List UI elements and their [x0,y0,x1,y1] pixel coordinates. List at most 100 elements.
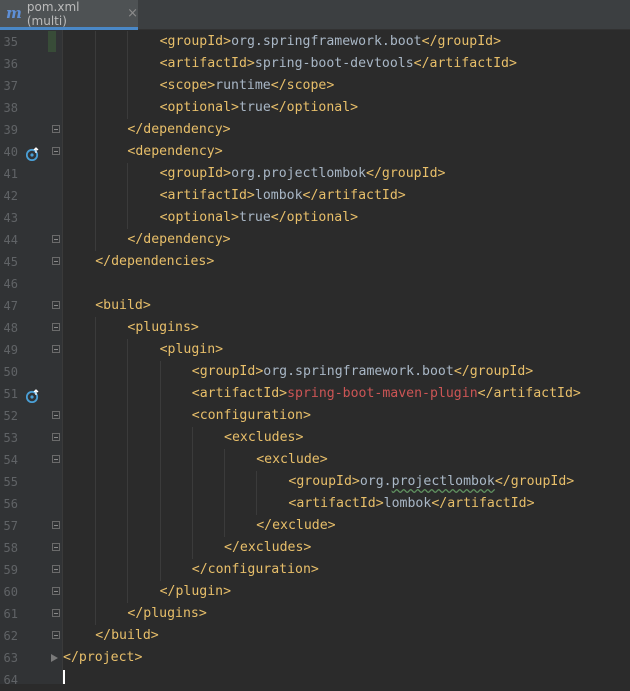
code-text: </dependency> [127,229,230,251]
fold-marker-icon[interactable] [52,631,60,639]
code-line[interactable]: 64 [0,669,630,691]
code-line[interactable]: 52 <configuration> [0,405,630,427]
code-line[interactable]: 63 </project> [0,647,630,669]
fold-marker-icon[interactable] [52,257,60,265]
fold-marker-icon[interactable] [52,125,60,133]
xml-open-tag: </project> [63,650,143,665]
fold-marker-icon[interactable] [52,609,60,617]
code-text: <build> [95,295,151,317]
line-number: 63 [3,651,18,665]
code-line[interactable]: 58 </excludes> [0,537,630,559]
code-line[interactable]: 51 <artifactId>spring-boot-maven-plugin</… [0,383,630,405]
xml-value: spring-boot-devtools [254,56,414,71]
code-text: <groupId>org.springframework.boot</group… [192,361,533,383]
ide-window: m pom.xml (multi) × 35 <groupId>org.sprin… [0,0,630,687]
code-text: </dependency> [127,119,230,141]
line-number: 58 [3,541,18,555]
code-line[interactable]: 57 </exclude> [0,515,630,537]
xml-open-tag: </plugin> [159,584,232,599]
xml-open-tag: <groupId> [159,34,232,49]
xml-close-tag: </groupId> [494,474,575,489]
line-number: 57 [3,519,18,533]
fold-marker-icon[interactable] [52,345,60,353]
code-text: </plugins> [127,603,206,625]
fold-marker-icon[interactable] [52,587,60,595]
line-number: 36 [3,57,18,71]
code-line[interactable]: 61 </plugins> [0,603,630,625]
fold-marker-icon[interactable] [52,543,60,551]
code-line[interactable]: 48 <plugins> [0,317,630,339]
xml-close-tag: </optional> [270,210,359,225]
fold-marker-icon[interactable] [52,147,60,155]
code-text: <artifactId>lombok</artifactId> [288,493,534,515]
xml-open-tag: </plugins> [127,606,207,621]
code-text: </plugin> [160,581,231,603]
xml-value: true [239,100,271,115]
maven-plugin-icon[interactable] [25,387,40,404]
xml-value: lombok [254,188,303,203]
fold-marker-icon[interactable] [52,521,60,529]
xml-open-tag: <groupId> [288,474,360,489]
code-line[interactable]: 44 </dependency> [0,229,630,251]
xml-open-tag: <optional> [159,100,239,115]
fold-marker-icon[interactable] [52,565,60,573]
fold-marker-icon[interactable] [52,433,60,441]
code-line[interactable]: 45 </dependencies> [0,251,630,273]
xml-close-tag: </optional> [270,100,359,115]
xml-open-tag: <artifactId> [288,496,384,511]
code-text: <artifactId>spring-boot-maven-plugin</ar… [192,383,581,405]
line-number: 50 [3,365,18,379]
code-line[interactable]: 62 </build> [0,625,630,647]
code-text: <optional>true</optional> [160,97,359,119]
line-number: 60 [3,585,18,599]
code-line[interactable]: 49 <plugin> [0,339,630,361]
maven-dependency-icon[interactable] [25,145,40,162]
code-line[interactable]: 46 [0,273,630,295]
code-line[interactable]: 35 <groupId>org.springframework.boot</gro… [0,31,630,53]
code-editor[interactable]: 35 <groupId>org.springframework.boot</gro… [0,31,630,691]
xml-open-tag: <groupId> [159,166,232,181]
code-line[interactable]: 36 <artifactId>spring-boot-devtools</arti… [0,53,630,75]
fold-arrow-icon[interactable] [51,654,58,662]
xml-open-tag: <plugin> [159,342,224,357]
xml-open-tag: </dependency> [127,232,231,247]
code-text: <groupId>org.projectlombok</groupId> [160,163,446,185]
code-line[interactable]: 38 <optional>true</optional> [0,97,630,119]
code-line[interactable]: 41 <groupId>org.projectlombok</groupId> [0,163,630,185]
line-number: 38 [3,101,18,115]
code-text: </exclude> [256,515,335,537]
close-icon[interactable]: × [127,6,138,21]
code-line[interactable]: 59 </configuration> [0,559,630,581]
fold-marker-icon[interactable] [52,411,60,419]
fold-marker-icon[interactable] [52,323,60,331]
code-line[interactable]: 55 <groupId>org.projectlombok</groupId> [0,471,630,493]
code-text: <artifactId>spring-boot-devtools</artifa… [160,53,517,75]
fold-marker-icon[interactable] [52,235,60,243]
fold-marker-icon[interactable] [52,301,60,309]
xml-value: runtime [215,78,271,93]
xml-close-tag: </groupId> [421,34,502,49]
xml-open-tag: <artifactId> [191,386,288,401]
line-number: 55 [3,475,18,489]
code-line[interactable]: 40 <dependency> [0,141,630,163]
code-line[interactable]: 42 <artifactId>lombok</artifactId> [0,185,630,207]
code-text: </build> [95,625,159,647]
fold-marker-icon[interactable] [52,455,60,463]
code-line[interactable]: 47 <build> [0,295,630,317]
code-line[interactable]: 39 </dependency> [0,119,630,141]
xml-value: org.projectlombok [359,474,495,489]
maven-file-icon: m [6,4,22,22]
code-line[interactable]: 54 <exclude> [0,449,630,471]
code-line[interactable]: 56 <artifactId>lombok</artifactId> [0,493,630,515]
code-line[interactable]: 50 <groupId>org.springframework.boot</gro… [0,361,630,383]
line-number: 49 [3,343,18,357]
xml-close-tag: </artifactId> [413,56,517,71]
code-line[interactable]: 37 <scope>runtime</scope> [0,75,630,97]
code-line[interactable]: 60 </plugin> [0,581,630,603]
tab-pom-xml[interactable]: m pom.xml (multi) × [0,0,138,30]
line-number: 47 [3,299,18,313]
code-line[interactable]: 53 <excludes> [0,427,630,449]
line-number: 44 [3,233,18,247]
code-line[interactable]: 43 <optional>true</optional> [0,207,630,229]
tab-label: pom.xml (multi) [26,0,80,28]
